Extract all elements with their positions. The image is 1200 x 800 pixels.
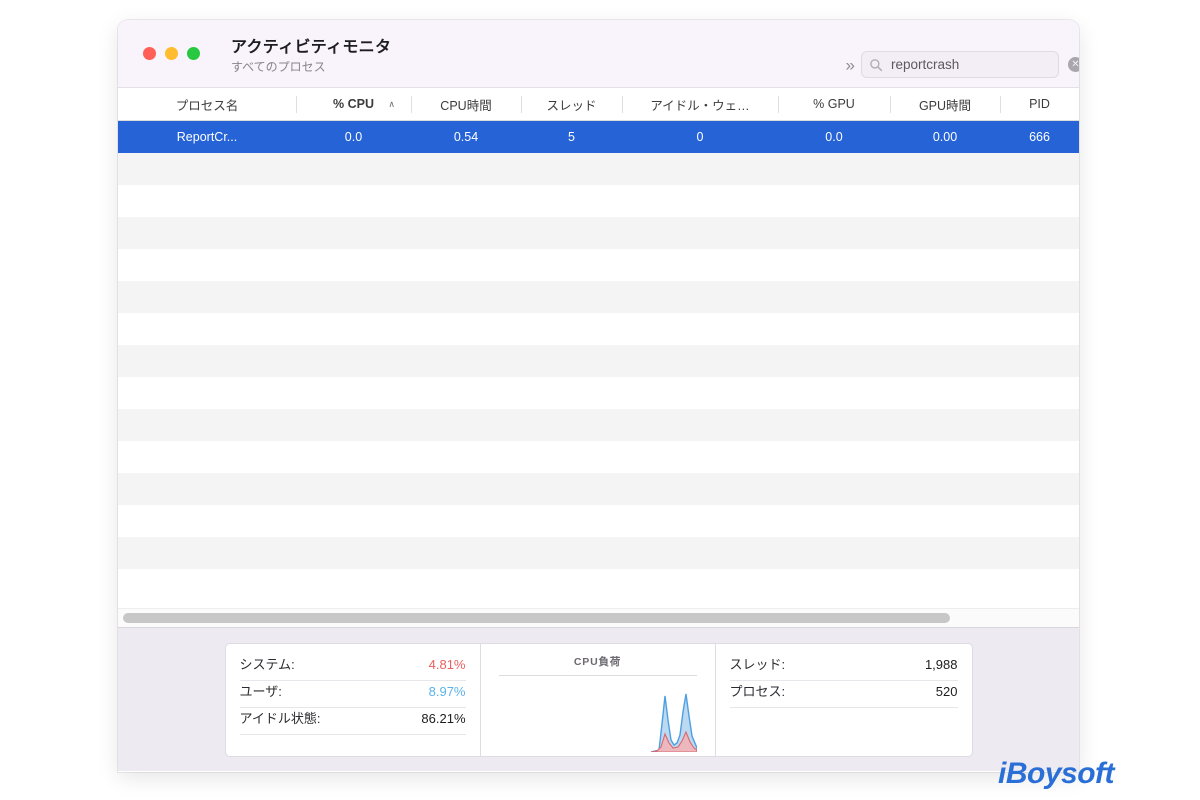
table-row-empty[interactable] [118, 409, 1079, 441]
column-label: PID [1029, 97, 1050, 111]
column-label: % GPU [813, 97, 855, 111]
app-title: アクティビティモニタ [231, 39, 392, 56]
table-row-empty[interactable] [118, 505, 1079, 537]
cell-cpu-percent: 0.0 [344, 130, 363, 144]
stats-container: システム: 4.81% ユーザ: 8.97% アイドル状態: 86.21% CP… [224, 642, 973, 757]
stat-label: プロセス: [729, 683, 786, 699]
stat-label: システム: [239, 656, 295, 672]
table-row-empty[interactable] [118, 185, 1079, 217]
table-row-empty[interactable] [118, 249, 1079, 281]
table-row-empty[interactable] [118, 153, 1079, 185]
cell-process-name: ReportCr... [176, 130, 238, 144]
column-label: アイドル・ウェ… [650, 98, 750, 113]
stat-threads: スレッド: 1,988 [729, 654, 958, 681]
stat-value: 520 [935, 683, 958, 699]
stat-value: 8.97% [428, 683, 466, 699]
table-row-empty[interactable] [118, 345, 1079, 377]
stat-label: スレッド: [729, 656, 786, 672]
process-counts-card: スレッド: 1,988 プロセス: 520 [714, 643, 972, 756]
cell-idle-wake: 0 [696, 130, 704, 144]
column-header-idle-wake[interactable]: アイドル・ウェ… [622, 88, 778, 120]
stat-value: 86.21% [421, 710, 466, 726]
column-label: GPU時間 [918, 98, 972, 113]
column-header-cpu-percent[interactable]: % CPU ∧ [296, 88, 411, 120]
table-row[interactable]: ReportCr... 0.0 0.54 5 0 0.0 0.00 666 [118, 121, 1079, 153]
table-column-headers: プロセス名 % CPU ∧ CPU時間 スレッド アイドル・ウェ… % GPU … [118, 88, 1079, 121]
minimize-button[interactable] [165, 47, 178, 60]
clear-search-icon[interactable]: ✕ [1068, 57, 1079, 72]
table-row-empty[interactable] [118, 537, 1079, 569]
column-header-threads[interactable]: スレッド [521, 88, 622, 120]
cpu-load-waveform [650, 693, 697, 752]
cpu-load-graph [499, 678, 697, 752]
stat-user: ユーザ: 8.97% [239, 681, 466, 708]
traffic-light-group [143, 47, 200, 60]
cpu-stats-panel: システム: 4.81% ユーザ: 8.97% アイドル状態: 86.21% CP… [118, 627, 1079, 771]
horizontal-scrollbar-thumb[interactable] [123, 613, 951, 623]
search-field[interactable]: ✕ [861, 51, 1079, 78]
cell-threads: 5 [568, 130, 575, 144]
empty-rows-container [118, 153, 1079, 601]
table-row-empty[interactable] [118, 313, 1079, 345]
cpu-load-graph-card: CPU負荷 [479, 643, 715, 756]
search-input[interactable] [883, 57, 1068, 72]
toolbar-overflow-icon[interactable]: » [846, 57, 855, 74]
table-row-empty[interactable] [118, 569, 1079, 601]
cpu-load-graph-title: CPU負荷 [498, 654, 697, 676]
column-header-gpu-percent[interactable]: % GPU [778, 88, 890, 120]
stat-value: 1,988 [924, 656, 958, 672]
table-row-empty[interactable] [118, 441, 1079, 473]
stat-idle: アイドル状態: 86.21% [239, 708, 466, 735]
cell-pid: 666 [1029, 130, 1050, 144]
horizontal-scrollbar[interactable] [118, 608, 1079, 627]
activity-monitor-window: アクティビティモニタ すべてのプロセス » ✕ プロセス名 % CPU ∧ CP… [118, 20, 1079, 772]
column-label: プロセス名 [175, 98, 239, 113]
column-header-gpu-time[interactable]: GPU時間 [890, 88, 1000, 120]
column-header-cpu-time[interactable]: CPU時間 [411, 88, 521, 120]
search-icon [870, 58, 883, 71]
iboysoft-watermark: iBoysoft [998, 757, 1115, 790]
column-header-process-name[interactable]: プロセス名 [118, 88, 296, 120]
column-label: CPU時間 [440, 98, 492, 113]
table-row-empty[interactable] [118, 473, 1079, 505]
table-row-empty[interactable] [118, 217, 1079, 249]
cpu-usage-card: システム: 4.81% ユーザ: 8.97% アイドル状態: 86.21% [226, 644, 480, 756]
app-subtitle: すべてのプロセス [231, 60, 326, 74]
cell-cpu-time: 0.54 [453, 130, 479, 144]
cell-gpu-percent: 0.0 [825, 130, 843, 144]
cell-gpu-time: 0.00 [932, 130, 958, 144]
sort-ascending-icon: ∧ [388, 98, 395, 109]
window-title-block: アクティビティモニタ すべてのプロセス [231, 38, 391, 75]
column-header-pid[interactable]: PID [1000, 88, 1079, 120]
table-row-empty[interactable] [118, 377, 1079, 409]
process-table-body: ReportCr... 0.0 0.54 5 0 0.0 0.00 666 [118, 121, 1079, 608]
stat-label: ユーザ: [239, 683, 282, 699]
stat-label: アイドル状態: [239, 710, 321, 726]
stat-value: 4.81% [428, 656, 466, 672]
close-button[interactable] [143, 47, 156, 60]
table-row-empty[interactable] [118, 281, 1079, 313]
maximize-button[interactable] [187, 47, 200, 60]
stat-processes: プロセス: 520 [729, 681, 958, 708]
stat-system: システム: 4.81% [239, 654, 466, 681]
column-label: スレッド [546, 98, 597, 113]
window-titlebar: アクティビティモニタ すべてのプロセス » ✕ [118, 20, 1079, 88]
column-label: % CPU [333, 97, 374, 111]
